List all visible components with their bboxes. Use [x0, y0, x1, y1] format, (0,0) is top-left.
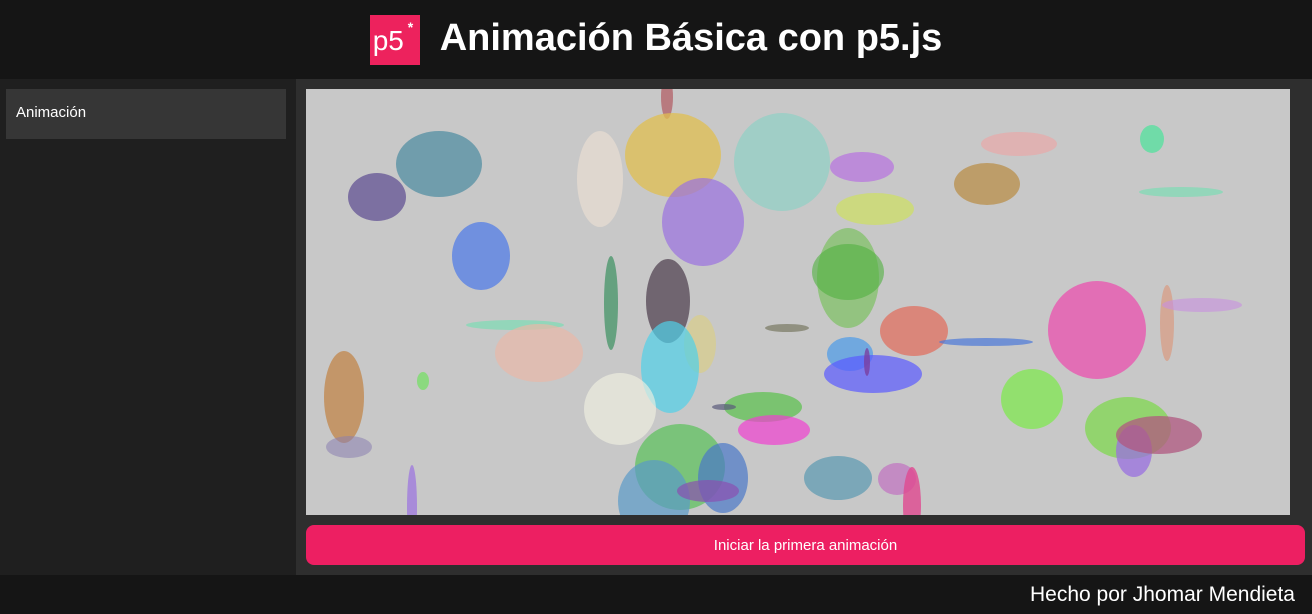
ellipse — [812, 244, 884, 300]
ellipse — [577, 131, 623, 227]
ellipse — [495, 324, 583, 382]
main-content: Iniciar la primera animación — [296, 79, 1312, 575]
p5-logo: p5 * — [369, 14, 420, 65]
footer: Hecho por Jhomar Mendieta — [0, 575, 1312, 614]
ellipse — [324, 351, 364, 443]
ellipse — [734, 113, 830, 211]
ellipse — [326, 436, 372, 458]
ellipse — [830, 152, 894, 182]
sidebar-item-label: Animación — [16, 104, 87, 121]
ellipse — [954, 163, 1020, 205]
ellipse — [738, 415, 810, 445]
sidebar-item-animacion[interactable]: Animación — [6, 89, 286, 139]
ellipse — [698, 443, 748, 513]
ellipse — [712, 404, 736, 410]
start-animation-button[interactable]: Iniciar la primera animación — [306, 525, 1305, 565]
ellipse — [824, 355, 922, 393]
ellipse — [417, 372, 429, 390]
animation-canvas[interactable] — [306, 89, 1290, 515]
ellipse — [1162, 298, 1242, 312]
ellipse — [662, 178, 744, 266]
ellipse — [604, 256, 618, 350]
ellipse — [1160, 285, 1174, 361]
ellipse — [804, 456, 872, 500]
ellipse — [864, 348, 870, 376]
ellipse — [880, 306, 948, 356]
ellipse — [1139, 187, 1223, 197]
ellipse — [677, 480, 739, 502]
ellipse — [939, 338, 1033, 346]
ellipse — [452, 222, 510, 290]
ellipse — [584, 373, 656, 445]
sidebar: Animación — [0, 79, 296, 575]
footer-credit: Hecho por Jhomar Mendieta — [1030, 583, 1295, 606]
app-header: p5 * Animación Básica con p5.js — [0, 0, 1312, 79]
ellipse — [836, 193, 914, 225]
ellipse — [1001, 369, 1063, 429]
animation-svg — [306, 89, 1290, 515]
logo-text: p5 — [372, 24, 404, 56]
ellipse — [1116, 416, 1202, 454]
ellipse — [981, 132, 1057, 156]
ellipse — [765, 324, 809, 332]
ellipse — [1140, 125, 1164, 153]
ellipse — [396, 131, 482, 197]
logo-star: * — [407, 18, 414, 35]
ellipse — [1048, 281, 1146, 379]
ellipse — [348, 173, 406, 221]
page-title: Animación Básica con p5.js — [439, 17, 943, 59]
